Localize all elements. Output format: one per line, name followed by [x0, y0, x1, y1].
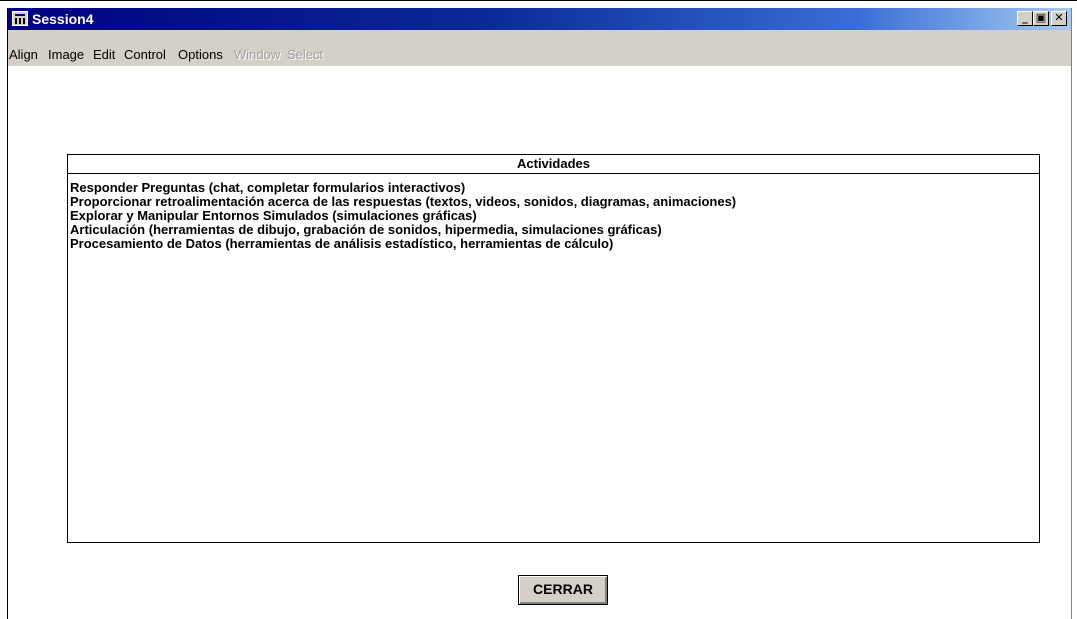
- panel-header: Actividades: [68, 155, 1039, 174]
- menu-options[interactable]: Options: [178, 47, 223, 62]
- menu-bar: Align Image Edit Control Options Window …: [8, 30, 1071, 66]
- app-window-icon[interactable]: [12, 11, 28, 26]
- title-bar[interactable]: Session4 _ ▣ ✕: [8, 8, 1071, 30]
- close-window-button[interactable]: ✕: [1051, 11, 1067, 26]
- menu-window: Window: [234, 47, 281, 62]
- maximize-button[interactable]: ▣: [1033, 11, 1049, 26]
- activities-panel: Actividades Responder Preguntas (chat, c…: [67, 154, 1040, 543]
- menu-align[interactable]: Align: [9, 47, 38, 62]
- list-item[interactable]: Explorar y Manipular Entornos Simulados …: [70, 209, 1030, 223]
- window-border-left: [7, 8, 8, 619]
- activities-list[interactable]: Responder Preguntas (chat, completar for…: [70, 181, 1030, 251]
- list-item[interactable]: Procesamiento de Datos (herramientas de …: [70, 237, 1030, 251]
- cerrar-button[interactable]: CERRAR: [518, 575, 608, 605]
- menu-image[interactable]: Image: [48, 47, 84, 62]
- window-border-right: [1071, 8, 1072, 619]
- window-title: Session4: [32, 11, 94, 27]
- list-item[interactable]: Responder Preguntas (chat, completar for…: [70, 181, 1030, 195]
- menu-control[interactable]: Control: [124, 47, 166, 62]
- list-item[interactable]: Articulación (herramientas de dibujo, gr…: [70, 223, 1030, 237]
- menu-edit[interactable]: Edit: [93, 47, 115, 62]
- list-item[interactable]: Proporcionar retroalimentación acerca de…: [70, 195, 1030, 209]
- window-border-top: [0, 0, 1077, 1]
- menu-select: Select: [287, 47, 324, 62]
- minimize-button[interactable]: _: [1017, 11, 1033, 26]
- application-window: Session4 _ ▣ ✕ Align Image Edit Control …: [0, 0, 1077, 619]
